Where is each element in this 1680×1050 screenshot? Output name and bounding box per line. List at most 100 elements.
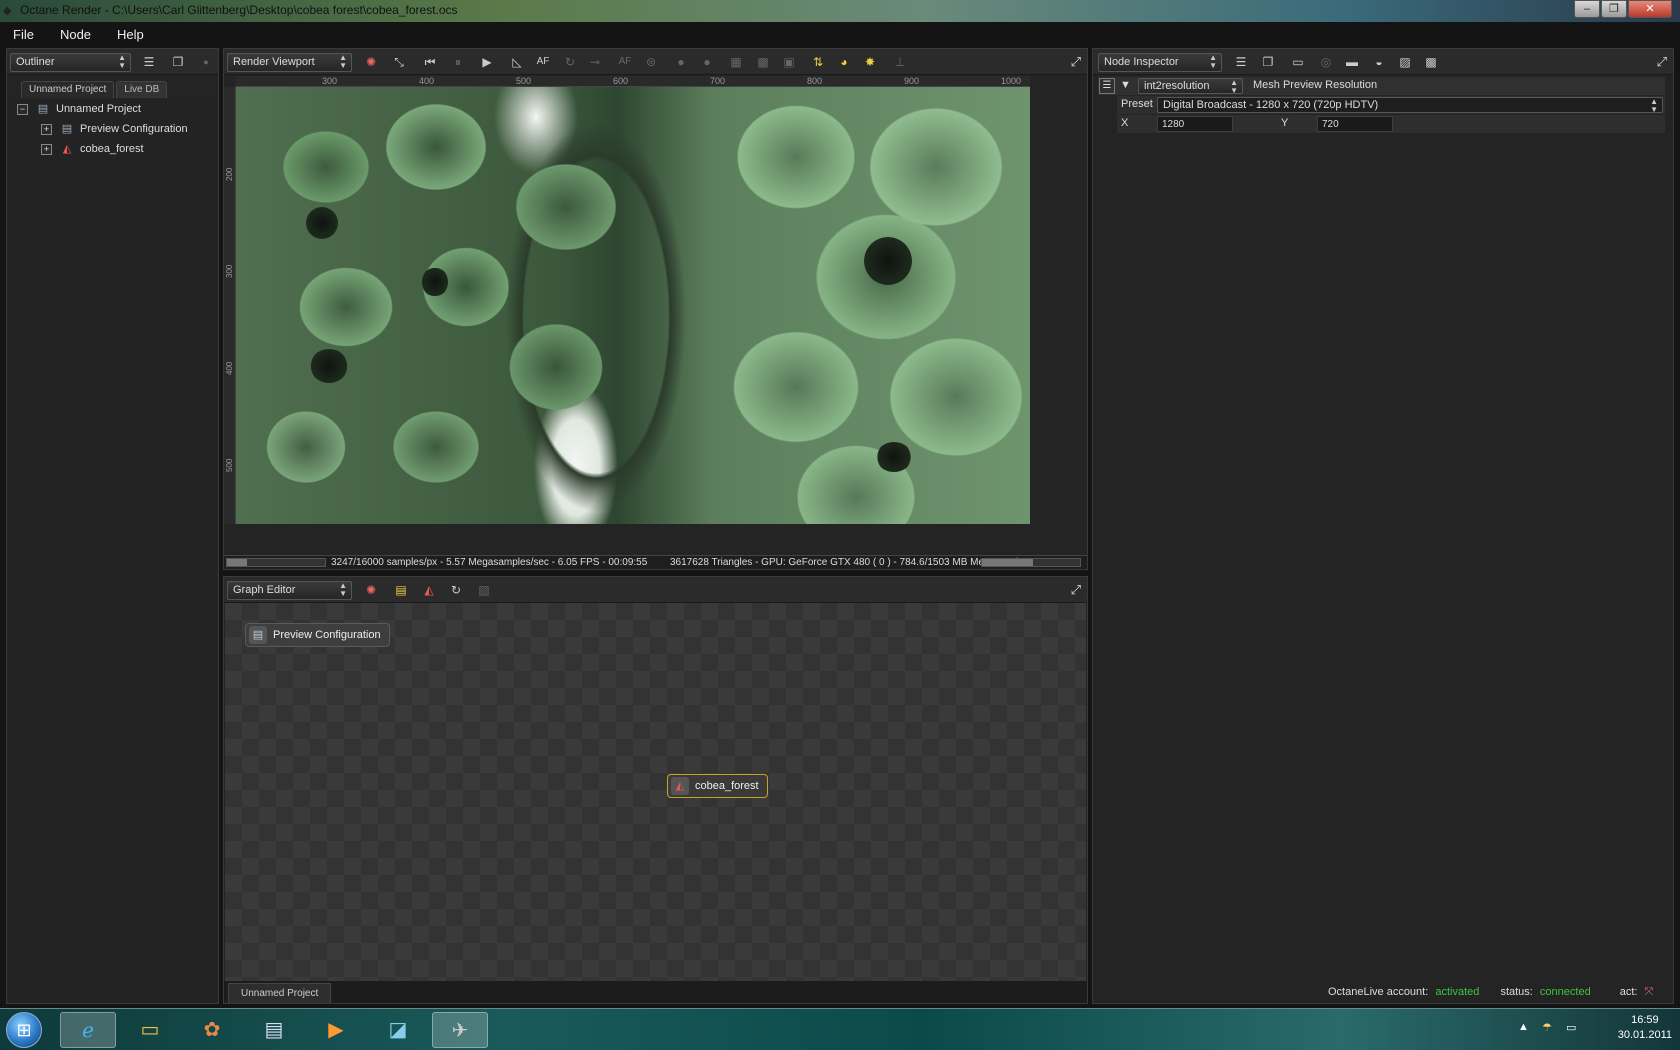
- collapse-all-icon[interactable]: ☰: [1232, 54, 1250, 70]
- sample-progress-fill: [227, 559, 247, 566]
- collapse-all-icon[interactable]: ☰: [140, 54, 158, 70]
- copy-icon[interactable]: ❐: [1259, 54, 1277, 70]
- focus-picker-icon[interactable]: ◺: [508, 54, 526, 70]
- maximize-button[interactable]: ❐: [1601, 0, 1627, 18]
- render-image[interactable]: [236, 87, 1030, 524]
- picture-icon[interactable]: ▨: [1396, 54, 1414, 70]
- system-clock[interactable]: 16:59 30.01.2011: [1618, 1013, 1672, 1043]
- media-player-icon[interactable]: ▶: [308, 1012, 364, 1048]
- tab-unnamed-project[interactable]: Unnamed Project: [228, 983, 332, 1003]
- sphere-icon[interactable]: ●: [672, 54, 690, 70]
- maximize-panel-icon[interactable]: ⤢: [1071, 54, 1081, 70]
- lock-icon[interactable]: ⊜: [642, 54, 660, 70]
- maximize-panel-icon[interactable]: ⤢: [1071, 582, 1081, 598]
- film-icon[interactable]: ▬: [1343, 54, 1361, 70]
- render-detail: [422, 267, 448, 297]
- record-icon[interactable]: ●: [197, 54, 215, 70]
- sample-progress-bar: [226, 558, 326, 567]
- close-button[interactable]: ✕: [1628, 0, 1672, 18]
- graph-panel-select[interactable]: Graph Editor ▲ ▼: [227, 581, 352, 600]
- menu-node[interactable]: Node: [47, 22, 104, 46]
- minimize-button[interactable]: –: [1574, 0, 1600, 18]
- ruler-tick: 1000: [1001, 76, 1022, 86]
- stop-render-icon[interactable]: ✺: [362, 54, 380, 70]
- outliner-panel-select[interactable]: Outliner ▲ ▼: [10, 53, 131, 72]
- pin-icon[interactable]: ⊥: [891, 54, 909, 70]
- tree-item-preview-configuration[interactable]: + ▤ Preview Configuration: [41, 120, 188, 138]
- play-icon[interactable]: ▶: [478, 54, 496, 70]
- refresh-icon[interactable]: ↻: [447, 582, 465, 598]
- internet-explorer-icon[interactable]: ℯ: [60, 1012, 116, 1048]
- config-icon: ▤: [249, 626, 267, 644]
- image-icon[interactable]: ▭: [1289, 54, 1307, 70]
- maximize-panel-icon[interactable]: ⤢: [1657, 54, 1667, 70]
- network-tray-icon[interactable]: ☂: [1542, 1021, 1552, 1034]
- af-disabled-icon[interactable]: AF: [616, 54, 634, 70]
- show-hidden-icons[interactable]: ▲: [1518, 1021, 1529, 1033]
- account-label: OctaneLive account:: [1328, 986, 1429, 998]
- reset-camera-icon[interactable]: ⤡: [390, 54, 408, 70]
- resolution-row: X Y: [1117, 115, 1665, 133]
- material-picker-icon[interactable]: ⊸: [586, 54, 604, 70]
- outliner-tree: − ▤ Unnamed Project + ▤ Preview Configur…: [11, 99, 214, 999]
- x-field[interactable]: [1157, 116, 1233, 132]
- ruler-tick: 200: [225, 167, 234, 181]
- white-balance-icon[interactable]: ↻: [561, 54, 579, 70]
- menu-help[interactable]: Help: [104, 22, 157, 46]
- memory-progress-fill: [982, 559, 1034, 566]
- explorer-folder-icon[interactable]: ▭: [122, 1012, 178, 1048]
- restart-icon[interactable]: ⏮: [421, 54, 439, 70]
- viewport-panel-select[interactable]: Render Viewport ▲ ▼: [227, 53, 352, 72]
- camera-icon[interactable]: ◎: [1317, 54, 1335, 70]
- auto-focus-icon[interactable]: AF: [534, 54, 552, 70]
- expand-toggle[interactable]: +: [41, 143, 52, 155]
- x-label: X: [1121, 117, 1129, 129]
- graph-canvas[interactable]: ▤ Preview Configuration ◭ cobea_forest: [225, 603, 1086, 981]
- menu-file[interactable]: File: [0, 22, 47, 46]
- collapse-toggle[interactable]: −: [17, 103, 28, 115]
- tree-item-unnamed-project[interactable]: − ▤ Unnamed Project: [17, 100, 141, 118]
- start-button[interactable]: ⊞: [6, 1012, 42, 1048]
- collapse-triangle-icon[interactable]: ▼: [1120, 79, 1131, 91]
- graph-node-preview-configuration[interactable]: ▤ Preview Configuration: [245, 623, 390, 647]
- alpha-icon[interactable]: ▩: [754, 54, 772, 70]
- preset-select[interactable]: Digital Broadcast - 1280 x 720 (720p HDT…: [1157, 97, 1663, 114]
- image-viewer-icon[interactable]: ◪: [370, 1012, 426, 1048]
- ruler-tick: 300: [225, 264, 234, 278]
- graph-node-cobea-forest[interactable]: ◭ cobea_forest: [667, 774, 768, 798]
- delete-node-icon[interactable]: ✺: [362, 582, 380, 598]
- node-type-select[interactable]: int2resolution ▲ ▼: [1138, 78, 1243, 95]
- node-header-row: ☰ ▼ int2resolution ▲ ▼ Mesh Preview Resol…: [1098, 77, 1665, 95]
- pause-icon[interactable]: ⏸: [449, 54, 467, 70]
- volume-tray-icon[interactable]: ▭: [1566, 1021, 1576, 1034]
- status-value: connected: [1539, 986, 1591, 998]
- clock-date: 30.01.2011: [1617, 1029, 1672, 1041]
- light-icon[interactable]: ✸: [861, 54, 879, 70]
- add-mesh-icon[interactable]: ◭: [420, 582, 438, 598]
- arrange-icon[interactable]: ▧: [475, 582, 493, 598]
- y-field[interactable]: [1317, 116, 1393, 132]
- inspector-panel-select[interactable]: Node Inspector ▲ ▼: [1098, 53, 1222, 72]
- save-image-icon[interactable]: ◕: [835, 54, 853, 70]
- notepad-icon[interactable]: ▤: [246, 1012, 302, 1048]
- octane-render-icon[interactable]: ✈: [432, 1012, 488, 1048]
- texture-icon[interactable]: ▩: [1422, 54, 1440, 70]
- environment-icon[interactable]: ◒: [1370, 54, 1388, 70]
- tab-unnamed-project[interactable]: Unnamed Project: [21, 81, 115, 98]
- tree-item-cobea-forest[interactable]: + ◭ cobea_forest: [41, 140, 144, 158]
- add-node-icon[interactable]: ▤: [392, 582, 410, 598]
- tab-live-db[interactable]: Live DB: [116, 81, 168, 98]
- inspector-panel-select-label: Node Inspector: [1104, 56, 1179, 68]
- paint-palette-icon[interactable]: ✿: [184, 1012, 240, 1048]
- sphere2-icon[interactable]: ●: [698, 54, 716, 70]
- checker-icon[interactable]: ▣: [780, 54, 798, 70]
- account-status: OctaneLive account: activated status: co…: [1328, 986, 1653, 999]
- expand-toggle[interactable]: +: [41, 123, 52, 135]
- copy-icon[interactable]: ❐: [169, 54, 187, 70]
- load-icon[interactable]: ⇅: [809, 54, 827, 70]
- outliner-tabs: Unnamed Project Live DB: [21, 81, 169, 98]
- status-label: status:: [1500, 986, 1533, 998]
- outliner-toolbar: Outliner ▲ ▼ ☰ ❐ ●: [7, 49, 218, 75]
- region-icon[interactable]: ▦: [727, 54, 745, 70]
- ruler-tick: 700: [710, 76, 726, 86]
